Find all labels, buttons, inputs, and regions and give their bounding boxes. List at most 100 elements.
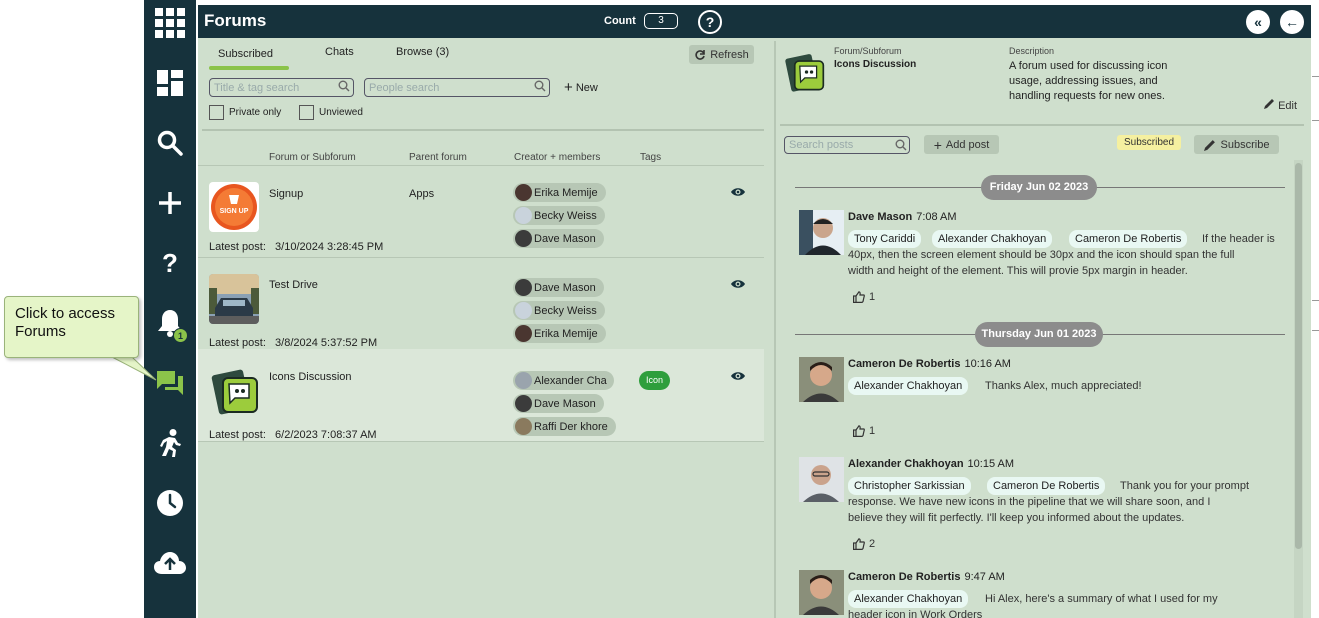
notifications-bell-icon[interactable]: 1 — [144, 303, 196, 343]
mention-chip[interactable]: Alexander Chakhoyan — [848, 377, 969, 395]
toolbar-divider — [202, 129, 764, 131]
title-tag-search-input[interactable] — [209, 78, 354, 97]
member-chip[interactable]: Raffi Der khore — [513, 417, 616, 436]
new-forum-button[interactable]: + New — [564, 79, 598, 96]
svg-text:SIGN UP: SIGN UP — [220, 208, 249, 215]
mention-chip[interactable]: Alexander Chakhoyan — [932, 230, 1053, 248]
signup-logo: SIGN UP — [209, 182, 259, 232]
description-label: Description — [1009, 46, 1055, 56]
detail-divider — [780, 124, 1304, 126]
help-icon[interactable]: ? — [144, 243, 196, 283]
mention-chip[interactable]: Alexander Chakhoyan — [848, 590, 969, 608]
mention-chip[interactable]: Cameron De Robertis — [1069, 230, 1188, 248]
member-chip[interactable]: Erika Memije — [513, 324, 606, 343]
forums-callout: Click to access Forums — [4, 296, 139, 358]
tab-browse[interactable]: Browse (3) — [396, 46, 449, 58]
forums-chat-icon[interactable] — [144, 363, 196, 403]
forum-name[interactable]: Test Drive — [269, 279, 318, 291]
count-label: Count — [604, 15, 636, 27]
page-title: Forums — [204, 11, 267, 30]
date-pill: Thursday Jun 01 2023 — [975, 322, 1103, 347]
member-chip[interactable]: Erika Memije — [513, 183, 606, 202]
forum-name[interactable]: Icons Discussion — [269, 371, 352, 383]
latest-post: Latest post: 3/8/2024 5:37:52 PM — [209, 337, 378, 349]
post-author: Cameron De Robertis 10:16 AM — [848, 358, 1011, 370]
collapse-button[interactable]: « — [1246, 10, 1270, 34]
view-eye-icon[interactable] — [731, 279, 745, 289]
people-search-input[interactable] — [364, 78, 550, 97]
like-button[interactable]: 2 — [853, 538, 875, 550]
subscribe-button[interactable]: Subscribe — [1194, 135, 1279, 154]
table-row-selected[interactable]: Icons Discussion Latest post: 6/2/2023 7… — [198, 349, 764, 441]
post-author: Cameron De Robertis 9:47 AM — [848, 571, 1005, 583]
back-button[interactable]: ← — [1280, 10, 1304, 34]
search-icon — [534, 80, 546, 92]
post-text: response. We have new icons in the pipel… — [848, 496, 1211, 508]
add-icon[interactable] — [144, 183, 196, 223]
post-text: If the header is — [1202, 233, 1275, 245]
clock-icon[interactable] — [144, 483, 196, 523]
activity-runner-icon[interactable] — [144, 423, 196, 463]
member-chip[interactable]: Becky Weiss — [513, 206, 605, 225]
refresh-icon — [695, 49, 706, 60]
like-button[interactable]: 1 — [853, 291, 875, 303]
forum-description: A forum used for discussing icon usage, … — [1009, 60, 1168, 102]
mention-chip[interactable]: Cameron De Robertis — [987, 477, 1106, 495]
column-parent[interactable]: Parent forum — [409, 152, 467, 163]
member-chip[interactable]: Dave Mason — [513, 229, 604, 248]
search-posts-input[interactable] — [784, 136, 910, 154]
table-row[interactable]: SIGN UP Signup Apps Latest post: 3/10/20… — [198, 165, 764, 257]
add-post-button[interactable]: + Add post — [924, 135, 999, 154]
table-row[interactable]: Test Drive Latest post: 3/8/2024 5:37:52… — [198, 257, 764, 349]
latest-post: Latest post: 3/10/2024 3:28:45 PM — [209, 241, 384, 253]
avatar — [799, 457, 844, 502]
plus-icon: + — [933, 136, 942, 153]
forums-header: Forums Count 3 ? « ← — [198, 5, 1311, 38]
search-icon[interactable] — [144, 123, 196, 163]
private-only-label: Private only — [229, 107, 282, 118]
apps-grid-icon[interactable] — [144, 3, 196, 43]
post-text: header icon in Work Orders — [848, 609, 983, 618]
private-only-checkbox[interactable] — [209, 105, 224, 120]
post-text: width and height of the element. This wi… — [848, 265, 1188, 277]
mention-chip[interactable]: Tony Cariddi — [848, 230, 922, 248]
post-text: Hi Alex, here's a summary of what I used… — [985, 593, 1218, 605]
view-eye-icon[interactable] — [731, 187, 745, 197]
unviewed-label: Unviewed — [319, 107, 363, 118]
pencil-icon — [1203, 139, 1215, 151]
plus-icon: + — [564, 79, 573, 96]
parent-forum: Apps — [409, 188, 435, 200]
post-text: Thank you for your prompt — [1120, 480, 1250, 492]
tab-subscribed[interactable]: Subscribed — [218, 48, 273, 60]
mention-chip[interactable]: Christopher Sarkissian — [848, 477, 971, 495]
panel-separator[interactable] — [774, 41, 776, 618]
refresh-button[interactable]: Refresh — [689, 45, 754, 64]
like-button[interactable]: 1 — [853, 425, 875, 437]
active-tab-indicator — [209, 66, 289, 70]
tag-badge[interactable]: Icon — [639, 371, 670, 390]
sidebar: ? 1 — [144, 0, 196, 618]
thumbs-up-icon — [853, 425, 865, 437]
pencil-icon — [1264, 99, 1274, 109]
cloud-upload-icon[interactable] — [144, 543, 196, 583]
unviewed-checkbox[interactable] — [299, 105, 314, 120]
view-eye-icon[interactable] — [731, 371, 745, 381]
help-button[interactable]: ? — [698, 10, 722, 34]
member-chip[interactable]: Dave Mason — [513, 278, 604, 297]
member-chip[interactable]: Becky Weiss — [513, 301, 605, 320]
notification-count-badge: 1 — [173, 328, 188, 343]
member-chip[interactable]: Dave Mason — [513, 394, 604, 413]
column-tags[interactable]: Tags — [640, 152, 661, 163]
posts-scrollbar-thumb[interactable] — [1295, 163, 1302, 549]
avatar — [799, 357, 844, 402]
forum-detail-logo — [783, 51, 825, 93]
edit-button[interactable]: Edit — [1264, 98, 1297, 112]
tab-chats[interactable]: Chats — [325, 46, 354, 58]
forum-name[interactable]: Signup — [269, 188, 303, 200]
thumbs-up-icon — [853, 538, 865, 550]
date-pill: Friday Jun 02 2023 — [981, 175, 1097, 200]
column-creator[interactable]: Creator + members — [514, 152, 600, 163]
dashboard-icon[interactable] — [144, 63, 196, 103]
member-chip[interactable]: Alexander Cha — [513, 371, 614, 390]
column-forum[interactable]: Forum or Subforum — [269, 152, 356, 163]
